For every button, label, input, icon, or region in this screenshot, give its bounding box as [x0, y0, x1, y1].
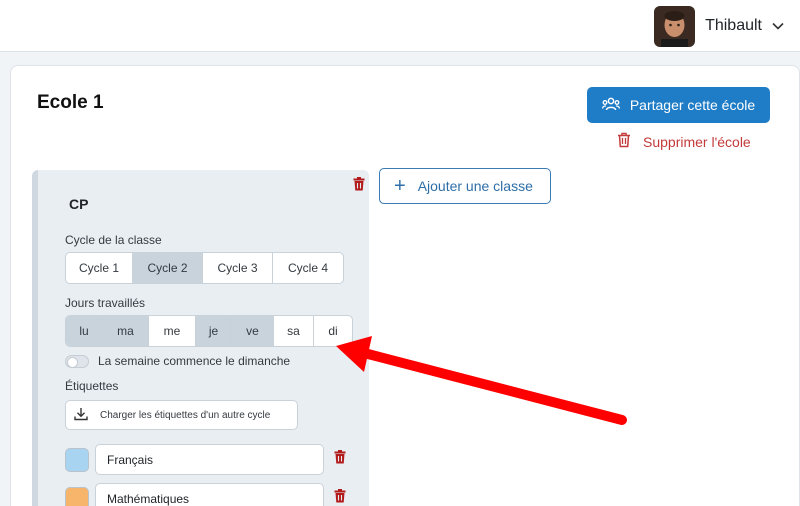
cycle-option-cycle-3[interactable]: Cycle 3 [203, 253, 273, 283]
share-school-label: Partager cette école [629, 97, 756, 113]
school-title: Ecole 1 [37, 92, 104, 113]
trash-icon [617, 132, 631, 151]
cycle-option-cycle-4[interactable]: Cycle 4 [273, 253, 343, 283]
day-option-lu[interactable]: lu [66, 316, 103, 346]
day-option-ma[interactable]: ma [103, 316, 149, 346]
delete-school-button[interactable]: Supprimer l'école [617, 132, 751, 151]
delete-school-label: Supprimer l'école [643, 133, 751, 150]
tag-row [65, 483, 346, 506]
day-option-je[interactable]: je [196, 316, 232, 346]
load-tags-button[interactable]: Charger les étiquettes d'un autre cycle [65, 400, 298, 430]
users-icon [601, 97, 620, 114]
delete-tag-icon[interactable] [334, 489, 346, 506]
user-avatar [654, 5, 696, 47]
download-icon [74, 407, 88, 424]
tags-label: Étiquettes [65, 379, 119, 393]
share-school-button[interactable]: Partager cette école [587, 87, 770, 123]
chevron-down-icon[interactable] [772, 22, 784, 30]
sunday-toggle[interactable] [65, 355, 89, 368]
top-bar: Thibault [0, 0, 800, 52]
delete-class-icon[interactable] [353, 177, 365, 196]
day-option-di[interactable]: di [314, 316, 352, 346]
day-option-ve[interactable]: ve [232, 316, 274, 346]
delete-tag-icon[interactable] [334, 450, 346, 469]
sunday-toggle-label: La semaine commence le dimanche [98, 354, 291, 368]
user-menu[interactable]: Thibault [654, 5, 784, 47]
days-selector: lu ma me je ve sa di [65, 315, 353, 347]
cycle-option-cycle-2[interactable]: Cycle 2 [133, 253, 203, 283]
tag-row [65, 444, 346, 475]
school-card: Ecole 1 Partager cette école Supprimer l… [10, 65, 800, 506]
day-option-me[interactable]: me [149, 316, 196, 346]
day-option-sa[interactable]: sa [274, 316, 314, 346]
cycle-selector: Cycle 1 Cycle 2 Cycle 3 Cycle 4 [65, 252, 344, 284]
class-card: CP Cycle de la classe Cycle 1 Cycle 2 Cycl… [32, 170, 369, 506]
tag-name-input[interactable] [95, 444, 324, 475]
tag-color-swatch[interactable] [65, 486, 89, 506]
add-class-label: Ajouter une classe [417, 178, 533, 194]
cycle-option-cycle-1[interactable]: Cycle 1 [66, 253, 133, 283]
load-tags-label: Charger les étiquettes d'un autre cycle [100, 409, 271, 421]
add-class-button[interactable]: + Ajouter une classe [379, 168, 551, 204]
tag-color-swatch[interactable] [65, 447, 89, 472]
username: Thibault [705, 17, 762, 34]
class-name: CP [69, 196, 89, 212]
tag-name-input[interactable] [95, 483, 324, 506]
days-label: Jours travaillés [65, 296, 146, 310]
cycle-label: Cycle de la classe [65, 233, 162, 247]
plus-icon: + [394, 175, 406, 197]
